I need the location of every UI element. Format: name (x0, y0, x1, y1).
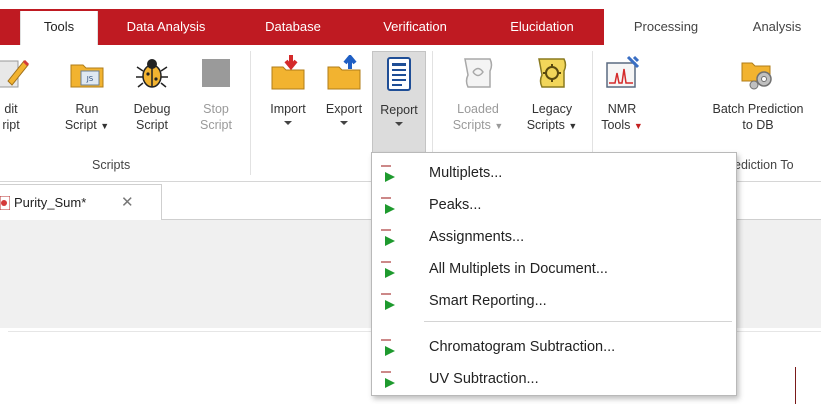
import-folder-icon (270, 55, 306, 91)
edit-script-label: dit ript (2, 102, 20, 132)
menu-item-label: Assignments... (429, 229, 525, 245)
run-script-button[interactable]: JS Run Script ▼ (58, 55, 116, 134)
export-label: Export (325, 102, 363, 116)
loaded-scripts-icon (460, 55, 496, 91)
document-icon (0, 195, 11, 211)
report-label: Report (380, 103, 418, 117)
edit-script-button[interactable]: dit ript (0, 55, 30, 133)
legacy-scripts-icon (534, 55, 570, 91)
scripts-group-label: Scripts (92, 158, 131, 172)
menu-item-all-multiplets[interactable]: All Multiplets in Document... (373, 255, 735, 285)
debug-script-button[interactable]: Debug Script (122, 55, 182, 133)
tab-analysis[interactable]: Analysis (735, 9, 819, 45)
document-tab-label: Purity_Sum* (14, 195, 87, 210)
tab-processing[interactable]: Processing (614, 9, 718, 45)
debug-script-label: Debug Script (133, 102, 171, 132)
run-script-label: Run Script ▼ (64, 102, 110, 132)
import-button[interactable]: Import (260, 55, 316, 125)
report-dropdown-menu: Multiplets... Peaks... Assignments... Al… (371, 152, 737, 396)
report-button[interactable]: Report (372, 51, 426, 155)
menu-item-smart-reporting[interactable]: Smart Reporting... (373, 287, 735, 317)
report-item-icon (379, 339, 397, 357)
menu-item-label: Peaks... (429, 197, 482, 213)
debug-bug-icon (134, 55, 170, 91)
close-icon[interactable]: ✕ (121, 193, 134, 211)
report-document-icon (381, 56, 417, 92)
prediction-group-label: ediction To (734, 158, 794, 172)
tab-elucidation[interactable]: Elucidation (488, 9, 596, 45)
import-label: Import (270, 102, 306, 116)
document-cursor-line (795, 367, 796, 404)
svg-text:JS: JS (86, 75, 94, 83)
stop-square-icon (198, 55, 234, 91)
menu-separator (424, 321, 732, 322)
menu-item-chromatogram-subtraction[interactable]: Chromatogram Subtraction... (373, 333, 735, 363)
batch-prediction-label: Batch Prediction to DB (712, 102, 804, 132)
batch-prediction-button[interactable]: Batch Prediction to DB (690, 55, 821, 133)
menu-item-peaks[interactable]: Peaks... (373, 191, 735, 221)
report-item-icon (379, 165, 397, 183)
report-item-icon (379, 229, 397, 247)
menu-item-multiplets[interactable]: Multiplets... (373, 159, 735, 189)
menu-item-label: Multiplets... (429, 165, 503, 181)
legacy-scripts-label: Legacy Scripts ▼ (526, 102, 578, 132)
menu-item-label: UV Subtraction... (429, 371, 539, 387)
export-folder-icon (326, 53, 362, 91)
menu-item-uv-subtraction[interactable]: UV Subtraction... (373, 365, 735, 395)
tab-data-analysis[interactable]: Data Analysis (104, 9, 228, 45)
stop-script-label: Stop Script (200, 102, 232, 132)
export-dropdown-icon (340, 121, 348, 125)
menu-item-label: All Multiplets in Document... (429, 261, 608, 277)
report-item-icon (379, 293, 397, 311)
report-item-icon (379, 197, 397, 215)
report-item-icon (379, 261, 397, 279)
ribbon-separator (250, 51, 251, 175)
menu-item-label: Chromatogram Subtraction... (429, 339, 616, 355)
legacy-scripts-button[interactable]: Legacy Scripts ▼ (516, 55, 588, 134)
run-script-icon: JS (69, 55, 105, 91)
nmr-tools-icon (604, 55, 640, 91)
document-tab-purity-sum[interactable]: Purity_Sum* ✕ (0, 184, 162, 220)
edit-script-icon (0, 55, 30, 91)
export-button[interactable]: Export (318, 53, 370, 125)
report-item-icon (379, 371, 397, 389)
batch-prediction-icon (740, 55, 776, 91)
tab-database[interactable]: Database (244, 9, 342, 45)
report-dropdown-icon (395, 122, 403, 126)
tab-tools[interactable]: Tools (20, 11, 98, 45)
stop-script-button[interactable]: Stop Script (188, 55, 244, 133)
nmr-tools-label: NMR Tools ▼ (601, 102, 643, 132)
loaded-scripts-label: Loaded Scripts ▼ (452, 102, 504, 132)
ribbon-tab-bar: Tools Data Analysis Database Verificatio… (0, 0, 821, 45)
import-dropdown-icon (284, 121, 292, 125)
tab-verification[interactable]: Verification (356, 9, 474, 45)
menu-item-assignments[interactable]: Assignments... (373, 223, 735, 253)
nmr-tools-button[interactable]: NMR Tools ▼ (596, 55, 648, 134)
menu-item-label: Smart Reporting... (429, 293, 547, 309)
loaded-scripts-button[interactable]: Loaded Scripts ▼ (440, 55, 516, 134)
